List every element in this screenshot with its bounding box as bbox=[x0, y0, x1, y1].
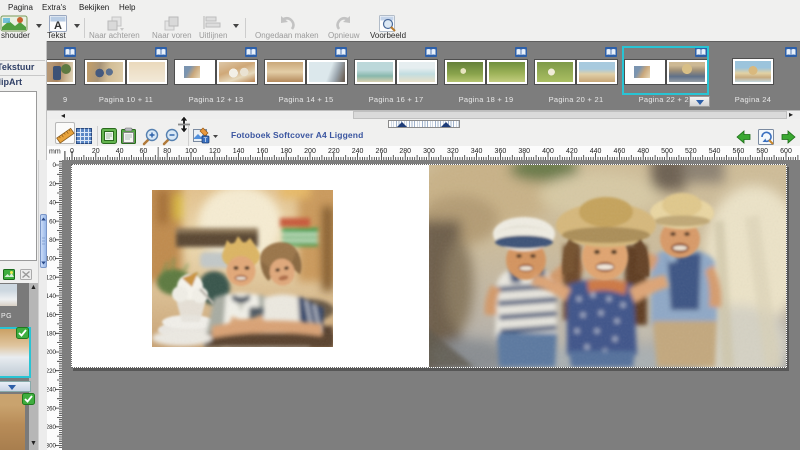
svg-text:40: 40 bbox=[116, 148, 124, 155]
svg-text:540: 540 bbox=[709, 148, 721, 155]
svg-text:400: 400 bbox=[542, 148, 554, 155]
svg-text:100: 100 bbox=[46, 256, 57, 263]
svg-text:220: 220 bbox=[46, 368, 57, 375]
svg-text:240: 240 bbox=[46, 387, 57, 394]
svg-text:360: 360 bbox=[495, 148, 507, 155]
svg-text:80: 80 bbox=[49, 237, 56, 244]
svg-text:0: 0 bbox=[70, 148, 74, 155]
svg-text:120: 120 bbox=[46, 274, 57, 281]
svg-text:100: 100 bbox=[185, 148, 197, 155]
svg-text:120: 120 bbox=[209, 148, 221, 155]
svg-text:440: 440 bbox=[590, 148, 602, 155]
svg-text:200: 200 bbox=[46, 349, 57, 356]
svg-text:500: 500 bbox=[661, 148, 673, 155]
svg-text:320: 320 bbox=[447, 148, 459, 155]
svg-text:280: 280 bbox=[399, 148, 411, 155]
svg-text:600: 600 bbox=[780, 148, 792, 155]
svg-text:20: 20 bbox=[92, 148, 100, 155]
svg-text:140: 140 bbox=[233, 148, 245, 155]
svg-text:220: 220 bbox=[328, 148, 340, 155]
svg-text:60: 60 bbox=[49, 218, 56, 225]
svg-text:300: 300 bbox=[46, 443, 57, 450]
svg-text:420: 420 bbox=[566, 148, 578, 155]
svg-text:560: 560 bbox=[733, 148, 745, 155]
svg-text:460: 460 bbox=[614, 148, 626, 155]
svg-text:480: 480 bbox=[637, 148, 649, 155]
svg-text:40: 40 bbox=[49, 200, 56, 207]
svg-text:80: 80 bbox=[163, 148, 171, 155]
svg-text:380: 380 bbox=[518, 148, 530, 155]
svg-text:A: A bbox=[54, 20, 62, 32]
svg-text:200: 200 bbox=[304, 148, 316, 155]
svg-text:20: 20 bbox=[49, 181, 56, 188]
svg-text:T: T bbox=[204, 138, 208, 144]
svg-text:180: 180 bbox=[280, 148, 292, 155]
svg-text:340: 340 bbox=[471, 148, 483, 155]
svg-text:180: 180 bbox=[46, 331, 57, 338]
svg-text:60: 60 bbox=[140, 148, 148, 155]
svg-text:240: 240 bbox=[352, 148, 364, 155]
svg-text:0: 0 bbox=[53, 162, 57, 169]
svg-text:300: 300 bbox=[423, 148, 435, 155]
svg-text:140: 140 bbox=[46, 293, 57, 300]
svg-text:520: 520 bbox=[685, 148, 697, 155]
svg-text:160: 160 bbox=[46, 312, 57, 319]
svg-text:160: 160 bbox=[257, 148, 269, 155]
svg-text:580: 580 bbox=[756, 148, 768, 155]
svg-text:280: 280 bbox=[46, 424, 57, 431]
svg-text:mm: mm bbox=[49, 149, 61, 156]
svg-text:260: 260 bbox=[46, 405, 57, 412]
svg-text:260: 260 bbox=[376, 148, 388, 155]
